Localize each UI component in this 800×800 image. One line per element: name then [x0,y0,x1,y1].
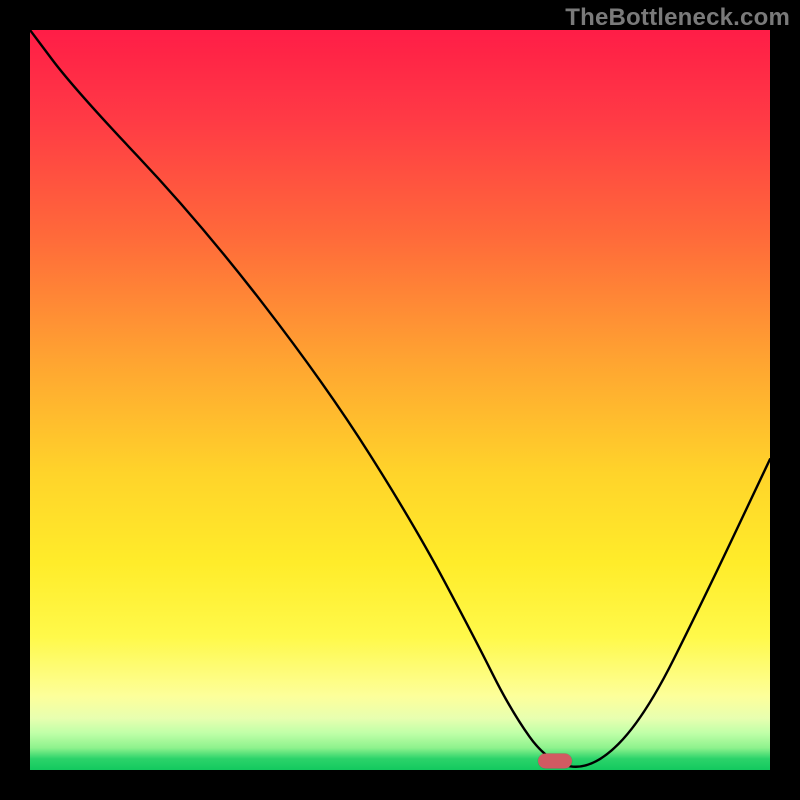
plot-area [30,30,770,770]
bottleneck-curve [30,30,770,770]
chart-frame: TheBottleneck.com [0,0,800,800]
watermark-text: TheBottleneck.com [565,4,790,32]
optimal-marker [538,754,572,769]
